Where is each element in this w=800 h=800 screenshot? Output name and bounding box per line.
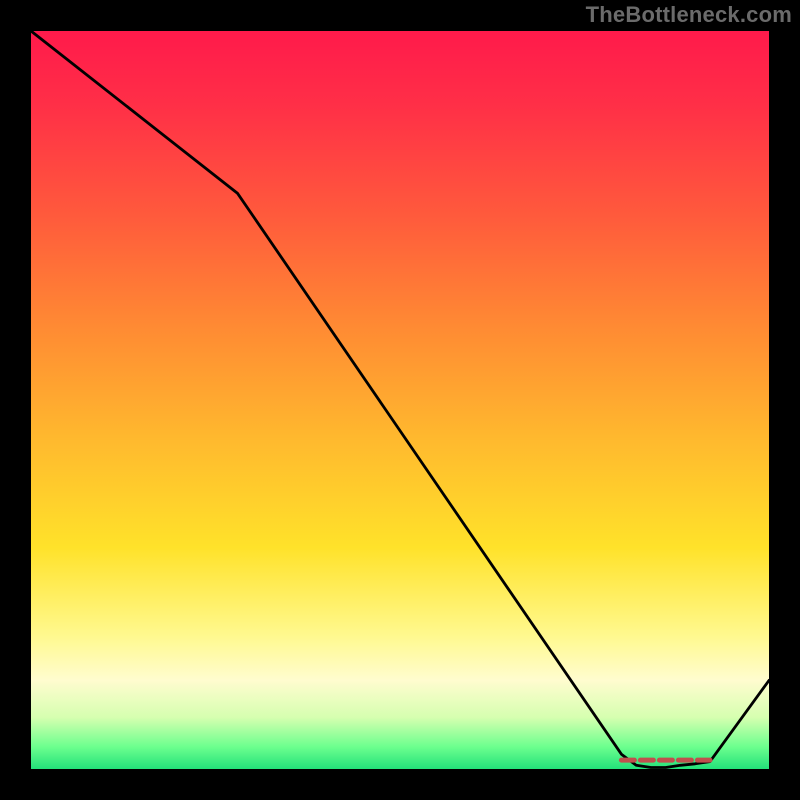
watermark-text: TheBottleneck.com	[586, 2, 792, 28]
chart-plot-area	[31, 31, 769, 769]
chart-frame: TheBottleneck.com	[0, 0, 800, 800]
